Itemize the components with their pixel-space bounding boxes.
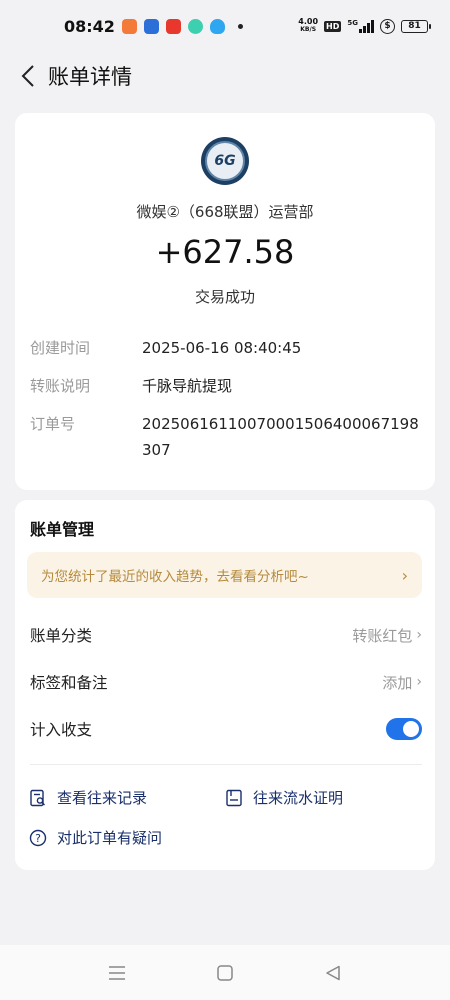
bill-management-card: 账单管理 为您统计了最近的收入趋势，去看看分析吧~ › 账单分类 转账红包 › …	[15, 500, 435, 870]
detail-row-created-time: 创建时间 2025-06-16 08:40:45	[30, 339, 302, 357]
app-notification-icon	[166, 18, 181, 34]
more-notifications-dot-icon	[238, 23, 243, 29]
page-title: 账单详情	[48, 65, 132, 89]
back-button[interactable]	[8, 56, 48, 96]
network-speed: 4.00 KB/S	[298, 17, 319, 34]
status-time: 08:42	[64, 16, 115, 36]
chevron-right-icon: ›	[401, 565, 408, 585]
tags-notes-row[interactable]: 标签和备注 添加 ›	[30, 667, 422, 697]
merchant-name: 微娱②（668联盟）运营部	[136, 203, 314, 221]
security-shield-icon: $	[380, 18, 395, 34]
document-icon	[225, 789, 243, 807]
transaction-proof-button[interactable]: 往来流水证明	[225, 787, 343, 808]
nav-bar: 账单详情	[0, 56, 450, 96]
chat-notification-icon	[188, 18, 203, 34]
divider	[30, 764, 422, 765]
status-indicators: 4.00 KB/S HD 5G $ 81	[298, 17, 431, 34]
chevron-right-icon: ›	[416, 627, 422, 643]
transaction-amount: +627.58	[155, 233, 295, 271]
svg-text:?: ?	[35, 832, 41, 845]
section-title: 账单管理	[30, 520, 95, 539]
back-system-button[interactable]	[322, 962, 344, 984]
status-bar: 08:42 4.00 KB/S HD 5G $ 81	[0, 0, 450, 52]
wallet-notification-icon	[144, 18, 159, 34]
transaction-status: 交易成功	[194, 288, 255, 306]
chevron-right-icon: ›	[416, 674, 422, 690]
home-button[interactable]	[214, 962, 236, 984]
bill-category-row[interactable]: 账单分类 转账红包 ›	[30, 620, 422, 650]
hd-badge: HD	[324, 20, 342, 32]
home-square-icon	[217, 964, 233, 981]
notification-icons	[122, 18, 243, 34]
signal-icon: 5G	[347, 19, 374, 33]
menu-button[interactable]	[106, 962, 128, 984]
search-document-icon	[29, 789, 47, 807]
view-history-button[interactable]: 查看往来记录	[29, 787, 147, 808]
detail-row-transfer-note: 转账说明 千脉导航提现	[30, 377, 233, 395]
menu-icon	[109, 965, 125, 980]
transaction-card: 6G 微娱②（668联盟）运营部 +627.58 交易成功 创建时间 2025-…	[15, 113, 435, 490]
merchant-logo: 6G	[201, 137, 249, 185]
order-question-button[interactable]: ? 对此订单有疑问	[29, 827, 162, 848]
system-navigation-bar	[0, 945, 450, 1000]
question-circle-icon: ?	[29, 829, 47, 847]
chevron-left-icon	[21, 65, 34, 87]
app-notification-icon	[122, 18, 137, 34]
qq-notification-icon	[210, 18, 225, 34]
include-in-balance-row: 计入收支	[30, 714, 422, 744]
income-trend-banner[interactable]: 为您统计了最近的收入趋势，去看看分析吧~ ›	[27, 552, 422, 598]
detail-row-order-number: 订单号 20250616110070001506400067198307	[30, 415, 419, 459]
battery-icon: 81	[401, 19, 431, 33]
back-triangle-icon	[326, 965, 340, 980]
include-in-balance-toggle[interactable]	[386, 718, 422, 740]
